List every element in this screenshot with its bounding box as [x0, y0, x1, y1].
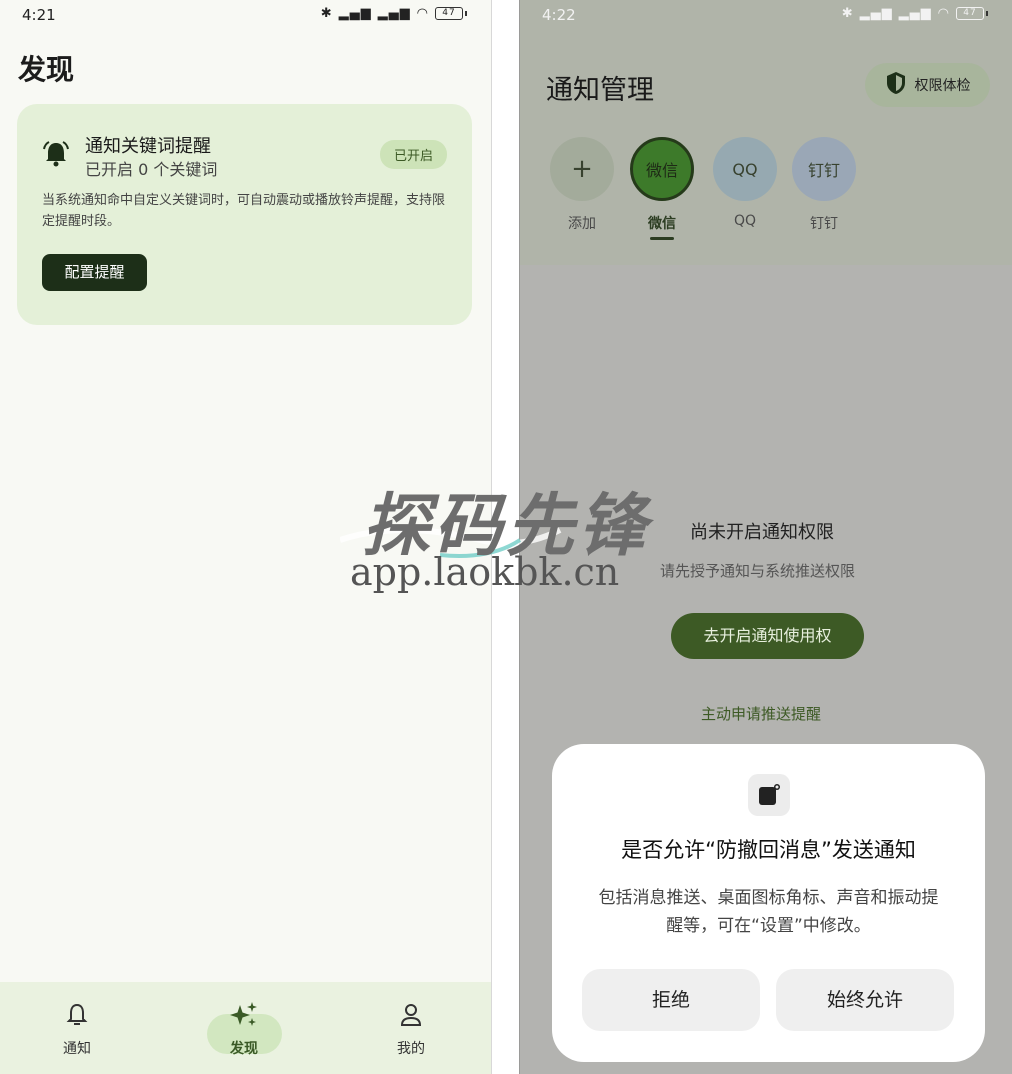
discover-screen: 4:21 ✱ ▂▄▆ ▂▄▆ ◠ 47 发现 通知关键词提醒 已开启 0 个关键… [0, 0, 492, 1074]
app-qq[interactable]: QQ QQ [712, 137, 778, 229]
tab-discover[interactable]: 发现 [199, 1000, 289, 1058]
app-label: 微信 [648, 216, 676, 232]
tab-profile[interactable]: 我的 [366, 1000, 456, 1058]
dialog-title: 是否允许“防撤回消息”发送通知 [621, 838, 916, 862]
signal-icon: ▂▄▆ [859, 6, 893, 21]
status-time: 4:22 [542, 6, 576, 24]
selected-indicator [650, 237, 674, 240]
permission-check-button[interactable]: 权限体检 [865, 63, 990, 107]
wifi-icon: ◠ [416, 6, 429, 21]
keyword-alert-card[interactable]: 通知关键词提醒 已开启 0 个关键词 已开启 当系统通知命中自定义关键词时，可自… [17, 104, 472, 325]
card-subtitle: 已开启 0 个关键词 [85, 160, 218, 179]
status-bar: 4:22 ✱ ▂▄▆ ▂▄▆ ◠ 47 [520, 0, 1012, 30]
open-notification-access-button[interactable]: 去开启通知使用权 [671, 613, 864, 659]
app-label: QQ [733, 213, 757, 229]
page-title: 发现 [18, 53, 75, 86]
empty-state-title: 尚未开启通知权限 [690, 522, 834, 543]
status-bar: 4:21 ✱ ▂▄▆ ▂▄▆ ◠ 47 [0, 0, 491, 30]
tab-label: 我的 [397, 1041, 425, 1057]
card-title: 通知关键词提醒 [85, 136, 211, 157]
screen-gap [492, 0, 519, 1074]
app-label: 钉钉 [810, 216, 838, 232]
tab-notifications[interactable]: 通知 [32, 1000, 122, 1058]
card-description: 当系统通知命中自定义关键词时，可自动震动或播放铃声提醒，支持限定提醒时段。 [42, 193, 446, 229]
page-title: 通知管理 [546, 75, 654, 106]
dialog-body: 包括消息推送、桌面图标角标、声音和振动提醒等，可在“设置”中修改。 [598, 888, 939, 936]
bluetooth-icon: ✱ [841, 6, 854, 21]
sparkle-icon [226, 1000, 262, 1030]
notification-manager-screen: 4:22 ✱ ▂▄▆ ▂▄▆ ◠ 47 通知管理 权限体检 + 添加 微信 微信… [519, 0, 1012, 1074]
shield-icon [885, 71, 907, 99]
tab-label: 发现 [230, 1041, 258, 1057]
app-wechat[interactable]: 微信 微信 [629, 137, 695, 240]
wifi-icon: ◠ [937, 6, 950, 21]
app-add[interactable]: + 添加 [549, 137, 615, 233]
signal-icon-2: ▂▄▆ [377, 6, 411, 21]
app-dingtalk[interactable]: 钉钉 钉钉 [791, 137, 857, 233]
qq-circle: QQ [713, 137, 777, 201]
bell-icon [59, 1000, 95, 1030]
always-allow-button[interactable]: 始终允许 [776, 969, 954, 1031]
bottom-tab-bar: 通知 发现 我的 [0, 982, 491, 1074]
person-icon [393, 1000, 429, 1030]
status-badge: 已开启 [379, 140, 447, 169]
deny-button[interactable]: 拒绝 [582, 969, 760, 1031]
tab-label: 通知 [63, 1041, 91, 1057]
status-icons: ✱ ▂▄▆ ▂▄▆ ◠ 47 [320, 6, 467, 21]
app-notification-icon [748, 774, 790, 816]
wechat-circle: 微信 [630, 137, 694, 201]
request-push-link[interactable]: 主动申请推送提醒 [701, 703, 821, 724]
dingtalk-circle: 钉钉 [792, 137, 856, 201]
signal-icon: ▂▄▆ [338, 6, 372, 21]
configure-alert-button[interactable]: 配置提醒 [42, 254, 147, 291]
plus-icon: + [550, 137, 614, 201]
app-label: 添加 [568, 216, 596, 232]
battery-icon: 47 [956, 7, 988, 20]
bell-alert-icon [41, 139, 71, 169]
status-icons: ✱ ▂▄▆ ▂▄▆ ◠ 47 [841, 6, 988, 21]
battery-icon: 47 [435, 7, 467, 20]
status-time: 4:21 [22, 6, 56, 24]
empty-state-subtitle: 请先授予通知与系统推送权限 [660, 562, 856, 580]
permission-check-label: 权限体检 [914, 78, 971, 94]
bluetooth-icon: ✱ [320, 6, 333, 21]
signal-icon-2: ▂▄▆ [898, 6, 932, 21]
permission-dialog: 是否允许“防撤回消息”发送通知 包括消息推送、桌面图标角标、声音和振动提醒等，可… [552, 744, 985, 1062]
